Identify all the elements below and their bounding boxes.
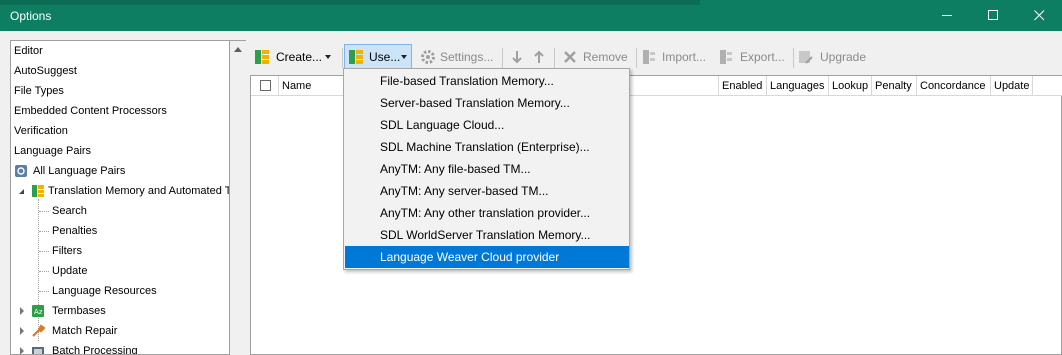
termbase-icon: Az (32, 305, 44, 317)
settings-button[interactable]: Settings... (418, 44, 498, 70)
column-enabled[interactable]: Enabled (719, 76, 767, 96)
scroll-up-icon[interactable] (234, 47, 242, 52)
move-up-button[interactable] (530, 44, 548, 70)
upgrade-icon (799, 51, 813, 64)
import-button[interactable]: Import... (640, 44, 712, 70)
export-button[interactable]: Export... (717, 44, 789, 70)
chevron-down-icon (325, 55, 331, 59)
gear-icon (421, 50, 435, 64)
toolbar-separator (342, 48, 343, 68)
title-bar: Options (0, 0, 1062, 31)
move-down-button[interactable] (508, 44, 526, 70)
menu-item-anytm-other-provider[interactable]: AnyTM: Any other translation provider... (345, 202, 629, 224)
toolbar-separator (554, 48, 555, 68)
collapsed-arrow-icon[interactable] (20, 307, 24, 315)
tree-guide-line (38, 199, 39, 341)
maximize-button[interactable] (970, 0, 1016, 31)
menu-item-anytm-server-based[interactable]: AnyTM: Any server-based TM... (345, 180, 629, 202)
close-button[interactable] (1016, 0, 1062, 31)
maximize-icon (987, 10, 998, 20)
arrow-down-icon (512, 51, 522, 64)
options-tree[interactable]: Editor AutoSuggest File Types Embedded C… (10, 40, 230, 355)
background-window-strip (0, 0, 700, 5)
translation-memory-icon (32, 185, 44, 197)
menu-item-sdl-machine-translation[interactable]: SDL Machine Translation (Enterprise)... (345, 136, 629, 158)
language-pairs-icon (15, 165, 27, 177)
chevron-down-icon (401, 55, 407, 59)
toolbar-separator (636, 48, 637, 68)
column-concordance[interactable]: Concordance (917, 76, 991, 96)
menu-item-sdl-worldserver-tm[interactable]: SDL WorldServer Translation Memory... (345, 224, 629, 246)
menu-item-sdl-language-cloud[interactable]: SDL Language Cloud... (345, 114, 629, 136)
use-dropdown-menu: File-based Translation Memory... Server-… (343, 68, 630, 270)
menu-item-file-based-tm[interactable]: File-based Translation Memory... (345, 70, 629, 92)
column-penalty[interactable]: Penalty (872, 76, 917, 96)
svg-text:Az: Az (34, 308, 43, 316)
close-icon (1033, 10, 1044, 21)
menu-item-server-based-tm[interactable]: Server-based Translation Memory... (345, 92, 629, 114)
expand-arrow-icon[interactable] (19, 189, 24, 194)
column-update[interactable]: Update (991, 76, 1033, 96)
select-all-checkbox[interactable] (260, 80, 271, 91)
export-icon (720, 50, 732, 64)
menu-item-anytm-file-based[interactable]: AnyTM: Any file-based TM... (345, 158, 629, 180)
batch-processing-icon (32, 347, 44, 354)
collapsed-arrow-icon[interactable] (20, 347, 24, 354)
translation-memory-icon (349, 50, 363, 64)
create-button[interactable]: Create... (250, 44, 340, 70)
toolbar: Create... Use... Settings... Remove Impo… (250, 44, 1062, 70)
tree-item-translation-memory[interactable]: Translation Memory and Automated Transla… (11, 181, 229, 201)
wrench-icon (32, 324, 45, 337)
remove-button[interactable]: Remove (560, 44, 632, 70)
column-lookup[interactable]: Lookup (829, 76, 872, 96)
column-languages[interactable]: Languages (767, 76, 829, 96)
remove-icon (564, 51, 576, 63)
upgrade-button[interactable]: Upgrade (798, 44, 878, 70)
toolbar-separator (502, 48, 503, 68)
minimize-button[interactable] (924, 0, 970, 31)
translation-memory-icon (255, 50, 269, 64)
arrow-up-icon (534, 50, 544, 63)
import-icon (643, 50, 655, 64)
tree-scrollbar[interactable] (230, 40, 246, 355)
minimize-icon (941, 15, 952, 16)
collapsed-arrow-icon[interactable] (20, 327, 24, 335)
select-all-cell[interactable] (251, 76, 279, 96)
use-button[interactable]: Use... (344, 44, 412, 70)
menu-item-language-weaver-cloud[interactable]: Language Weaver Cloud provider (345, 246, 629, 268)
window-title: Options (10, 9, 52, 23)
toolbar-separator (793, 48, 794, 68)
